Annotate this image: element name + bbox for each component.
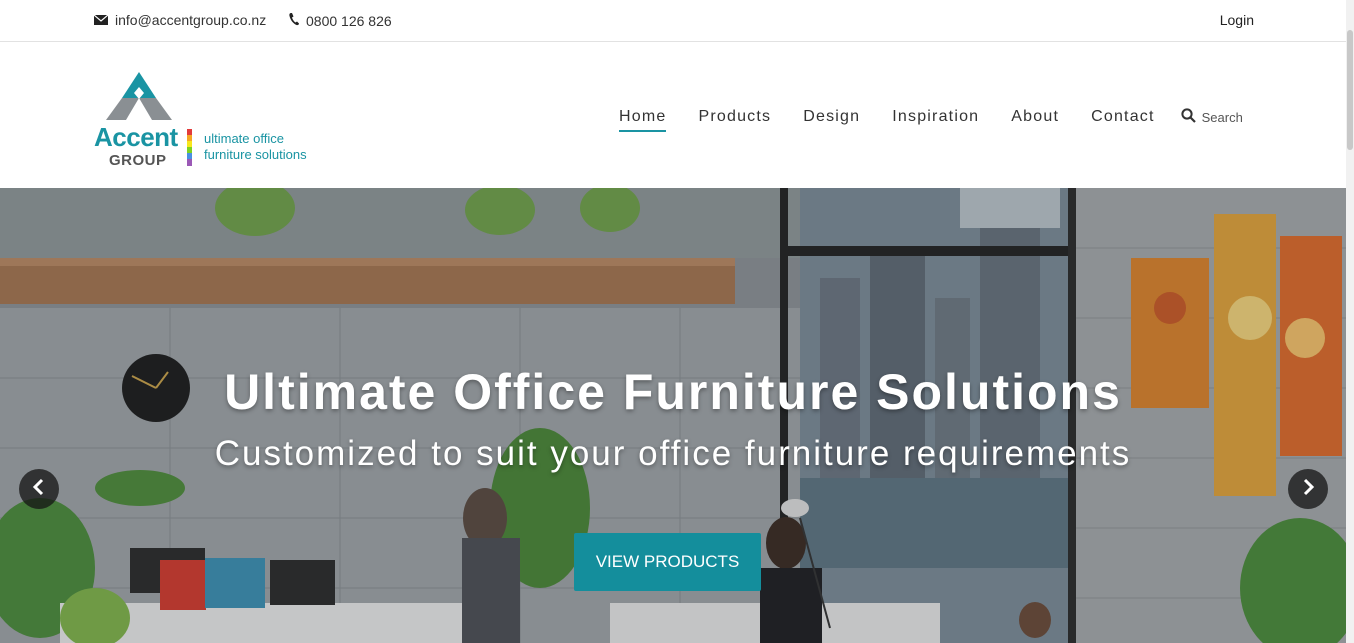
search-button[interactable]: Search <box>1181 108 1243 126</box>
site-header: Accent GROUP ultimate office furniture s… <box>0 42 1346 188</box>
logo-mark-icon <box>106 72 172 120</box>
hero-subtitle: Customized to suit your office furniture… <box>214 434 1132 473</box>
slider-prev-button[interactable] <box>19 469 59 509</box>
chevron-right-icon <box>1301 478 1315 501</box>
accent-group-logo[interactable]: Accent GROUP ultimate office furniture s… <box>94 70 334 170</box>
main-nav: Home Products Design Inspiration About C… <box>619 108 1243 132</box>
phone-icon <box>289 12 299 29</box>
page-scrollbar[interactable] <box>1346 0 1354 643</box>
tagline-line-2: furniture solutions <box>204 147 307 162</box>
nav-item-about[interactable]: About <box>1011 108 1059 132</box>
nav-item-design[interactable]: Design <box>803 108 860 132</box>
phone-link[interactable]: 0800 126 826 <box>289 12 392 29</box>
view-products-button[interactable]: VIEW PRODUCTS <box>574 533 761 591</box>
search-label: Search <box>1201 109 1243 125</box>
email-text: info@accentgroup.co.nz <box>115 12 267 28</box>
nav-item-home[interactable]: Home <box>619 108 667 132</box>
logo-wordmark: Accent <box>94 122 178 152</box>
phone-text: 0800 126 826 <box>306 12 392 29</box>
logo-color-bar <box>187 129 192 166</box>
search-icon <box>1181 108 1196 126</box>
login-link[interactable]: Login <box>1220 12 1254 28</box>
scrollbar-thumb[interactable] <box>1347 30 1353 150</box>
logo-tagline: ultimate office furniture solutions <box>204 131 307 163</box>
chevron-left-icon <box>32 478 46 501</box>
nav-item-products[interactable]: Products <box>698 108 771 132</box>
envelope-icon <box>93 12 109 28</box>
hero-slider: Ultimate Office Furniture Solutions Cust… <box>0 188 1346 643</box>
hero-title: Ultimate Office Furniture Solutions <box>224 364 1122 420</box>
slider-next-button[interactable] <box>1288 469 1328 509</box>
top-bar: info@accentgroup.co.nz 0800 126 826 Logi… <box>0 0 1354 42</box>
email-link[interactable]: info@accentgroup.co.nz <box>93 12 267 28</box>
nav-item-inspiration[interactable]: Inspiration <box>892 108 979 132</box>
logo-group-text: GROUP <box>109 152 167 169</box>
nav-item-contact[interactable]: Contact <box>1091 108 1155 132</box>
tagline-line-1: ultimate office <box>204 131 284 146</box>
